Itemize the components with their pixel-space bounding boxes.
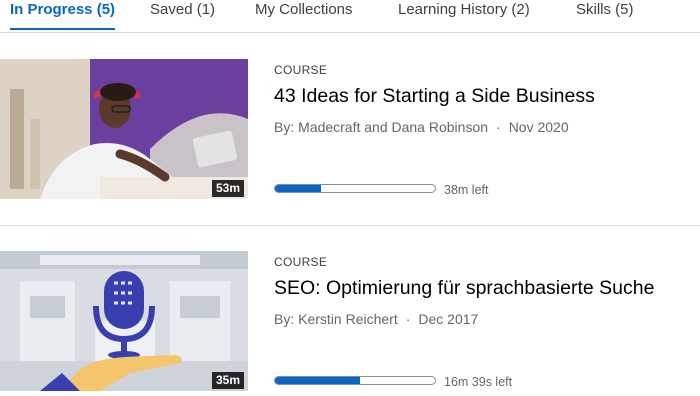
tab-learning-history[interactable]: Learning History (2) — [398, 0, 530, 30]
course-thumbnail-image — [0, 59, 248, 199]
course-byline: By: Madecraft and Dana Robinson · Nov 2020 — [274, 119, 569, 135]
time-left: 16m 39s left — [444, 375, 513, 389]
course-card[interactable]: 35m COURSE SEO: Optimierung für sprachba… — [0, 251, 700, 393]
course-byline: By: Kerstin Reichert · Dec 2017 — [274, 311, 478, 327]
course-date: Nov 2020 — [508, 119, 569, 135]
tab-skills[interactable]: Skills (5) — [576, 0, 634, 30]
progress-bar — [274, 184, 436, 193]
separator-dot: · — [496, 119, 501, 135]
tab-my-collections[interactable]: My Collections — [255, 0, 353, 30]
divider — [0, 225, 700, 226]
duration-badge: 35m — [211, 372, 244, 389]
course-thumbnail[interactable]: 35m — [0, 251, 248, 391]
progress-bar — [274, 376, 436, 385]
time-left: 38m left — [444, 183, 489, 197]
course-card[interactable]: 53m COURSE 43 Ideas for Starting a Side … — [0, 59, 700, 201]
separator-dot: · — [405, 311, 411, 327]
course-author: By: Kerstin Reichert — [274, 311, 398, 327]
tab-saved[interactable]: Saved (1) — [150, 0, 215, 30]
progress-fill — [275, 377, 360, 384]
course-date: Dec 2017 — [418, 311, 479, 327]
tab-in-progress[interactable]: In Progress (5) — [10, 0, 116, 30]
content-type: COURSE — [274, 255, 328, 269]
course-author: By: Madecraft and Dana Robinson — [274, 119, 489, 135]
duration-badge: 53m — [211, 180, 244, 197]
tab-bar: In Progress (5) Saved (1) My Collections… — [0, 0, 700, 33]
course-title[interactable]: SEO: Optimierung für sprachbasierte Such… — [274, 277, 654, 300]
course-thumbnail-image — [0, 251, 248, 391]
course-title[interactable]: 43 Ideas for Starting a Side Business — [274, 85, 595, 108]
course-thumbnail[interactable]: 53m — [0, 59, 248, 199]
progress-fill — [275, 185, 322, 192]
content-type: COURSE — [274, 63, 328, 77]
